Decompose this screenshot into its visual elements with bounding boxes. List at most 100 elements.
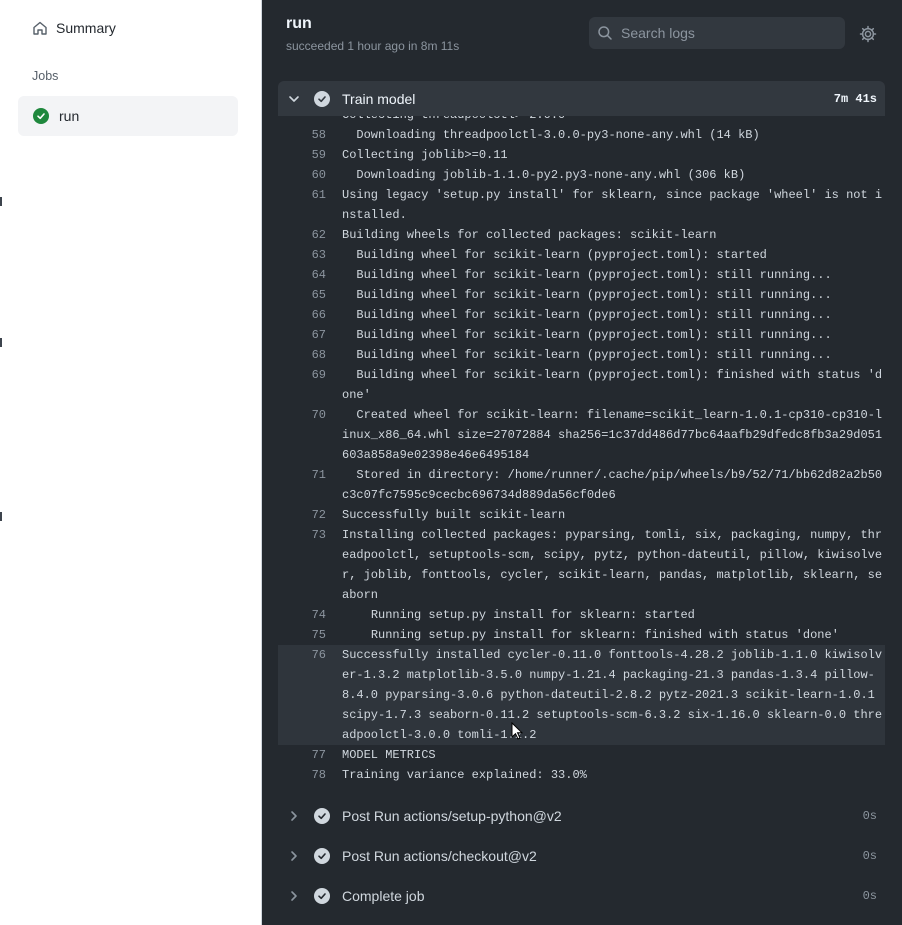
log-line-number[interactable]: 72 xyxy=(278,505,342,525)
log-line-number[interactable]: 73 xyxy=(278,525,342,605)
log-line-text: Stored in directory: /home/runner/.cache… xyxy=(342,468,883,502)
log-line-text: Using legacy 'setup.py install' for skle… xyxy=(342,188,883,222)
log-line: 64 Building wheel for scikit-learn (pypr… xyxy=(278,265,885,285)
log-line-number[interactable]: 67 xyxy=(278,325,342,345)
log-line-text: Installing collected packages: pyparsing… xyxy=(342,528,883,602)
log-line-number[interactable]: 78 xyxy=(278,765,342,785)
log-line-text: MODEL METRICS xyxy=(342,748,436,762)
log-line: 77 MODEL METRICS xyxy=(278,745,885,765)
step-name: Post Run actions/setup-python@v2 xyxy=(342,808,562,824)
search-input[interactable] xyxy=(621,25,831,41)
log-line: 66 Building wheel for scikit-learn (pypr… xyxy=(278,305,885,325)
step-header-train-model[interactable]: Train model 7m 41s xyxy=(278,81,885,116)
log-line-text: Downloading threadpoolctl-3.0.0-py3-none… xyxy=(342,128,760,142)
log-line-text: Building wheel for scikit-learn (pyproje… xyxy=(342,288,832,302)
log-line-number[interactable]: 68 xyxy=(278,345,342,365)
log-line-text: Downloading joblib-1.1.0-py2.py3-none-an… xyxy=(342,168,746,182)
chevron-right-icon xyxy=(291,891,297,901)
log-line-number[interactable]: 61 xyxy=(278,185,342,225)
log-line-number[interactable]: 69 xyxy=(278,365,342,405)
log-line-number[interactable]: 79 xyxy=(278,785,342,786)
log-line-text: Building wheel for scikit-learn (pyproje… xyxy=(342,368,883,402)
log-line-number[interactable]: 63 xyxy=(278,245,342,265)
step-header-collapsed[interactable]: Complete job 0s xyxy=(278,879,885,913)
log-line-number[interactable]: 71 xyxy=(278,465,342,505)
log-line: 60 Downloading joblib-1.1.0-py2.py3-none… xyxy=(278,165,885,185)
step-header-collapsed[interactable]: Post Run actions/setup-python@v2 0s xyxy=(278,799,885,833)
home-icon xyxy=(33,21,47,35)
log-line-text: Successfully built scikit-learn xyxy=(342,508,566,522)
log-line-text: Building wheel for scikit-learn (pyproje… xyxy=(342,348,832,362)
log-line-number[interactable]: 70 xyxy=(278,405,342,465)
log-line: 65 Building wheel for scikit-learn (pypr… xyxy=(278,285,885,305)
log-line: 68 Building wheel for scikit-learn (pypr… xyxy=(278,345,885,365)
log-line-number[interactable]: 75 xyxy=(278,625,342,645)
log-line: 58 Downloading threadpoolctl-3.0.0-py3-n… xyxy=(278,125,885,145)
log-line: 73 Installing collected packages: pyparsi… xyxy=(278,525,885,605)
log-line: 61 Using legacy 'setup.py install' for sk… xyxy=(278,185,885,225)
check-circle-icon xyxy=(314,91,330,107)
log-line: 69 Building wheel for scikit-learn (pypr… xyxy=(278,365,885,405)
check-circle-icon xyxy=(314,848,330,864)
log-panel: run succeeded 1 hour ago in 8m 11s Train… xyxy=(262,0,902,925)
log-line-number[interactable]: 60 xyxy=(278,165,342,185)
step-name: Complete job xyxy=(342,888,425,904)
sidebar-item-label: Summary xyxy=(56,20,116,36)
log-line: 79Test variance explained: 32.0% xyxy=(278,785,885,786)
step-header-collapsed[interactable]: Post Run actions/checkout@v2 0s xyxy=(278,839,885,873)
sidebar-item-label: run xyxy=(59,108,80,124)
log-line-number[interactable]: 77 xyxy=(278,745,342,765)
step-duration: 7m 41s xyxy=(833,92,877,106)
mouse-cursor-icon xyxy=(511,722,523,740)
step-name: Post Run actions/checkout@v2 xyxy=(342,848,537,864)
check-circle-icon xyxy=(314,888,330,904)
step-duration: 0s xyxy=(862,849,877,863)
gear-icon[interactable] xyxy=(859,25,877,43)
log-line: 71 Stored in directory: /home/runner/.ca… xyxy=(278,465,885,505)
log-line-text: Running setup.py install for sklearn: st… xyxy=(342,608,695,622)
run-status: succeeded 1 hour ago in 8m 11s xyxy=(286,39,460,53)
search-icon xyxy=(598,26,612,40)
log-line: 72 Successfully built scikit-learn xyxy=(278,505,885,525)
log-line-number[interactable]: 65 xyxy=(278,285,342,305)
edge-marker xyxy=(0,338,2,347)
log-line: 67 Building wheel for scikit-learn (pypr… xyxy=(278,325,885,345)
sidebar-item-summary[interactable]: Summary xyxy=(18,14,238,42)
log-line-number[interactable]: 62 xyxy=(278,225,342,245)
log-line: 63 Building wheel for scikit-learn (pypr… xyxy=(278,245,885,265)
log-line-number[interactable]: 74 xyxy=(278,605,342,625)
log-line: 75 Running setup.py install for sklearn:… xyxy=(278,625,885,645)
log-line-text: Training variance explained: 33.0% xyxy=(342,768,587,782)
sidebar: Summary Jobs run xyxy=(0,0,262,925)
edge-marker xyxy=(0,197,2,206)
step-name: Train model xyxy=(342,91,416,107)
chevron-right-icon xyxy=(291,811,297,821)
search-logs[interactable] xyxy=(589,17,845,49)
page-title: run xyxy=(286,15,312,32)
chevron-right-icon xyxy=(291,851,297,861)
log-line: 76 Successfully installed cycler-0.11.0 f… xyxy=(278,645,885,745)
log-line: Collecting threadpoolctl>=2.0.0 xyxy=(278,116,885,125)
log-line-number[interactable]: 59 xyxy=(278,145,342,165)
log-line-number[interactable]: 58 xyxy=(278,125,342,145)
sidebar-item-run[interactable]: run xyxy=(18,96,238,136)
success-check-icon xyxy=(33,108,49,124)
log-line-number[interactable]: 76 xyxy=(278,645,342,745)
log-line-text: Test variance explained: 32.0% xyxy=(342,785,883,786)
log-line: 74 Running setup.py install for sklearn:… xyxy=(278,605,885,625)
log-line: 78 Training variance explained: 33.0% xyxy=(278,765,885,785)
log-line-text: Building wheel for scikit-learn (pyproje… xyxy=(342,308,832,322)
log-lines: 58 Downloading threadpoolctl-3.0.0-py3-n… xyxy=(278,125,885,786)
log-line: 62 Building wheels for collected packages… xyxy=(278,225,885,245)
log-line-text: Building wheel for scikit-learn (pyproje… xyxy=(342,328,832,342)
log-line-text: Created wheel for scikit-learn: filename… xyxy=(342,408,883,462)
log-output: Collecting threadpoolctl>=2.0.0 58 Downl… xyxy=(278,116,885,786)
log-line: 59 Collecting joblib>=0.11 xyxy=(278,145,885,165)
step-duration: 0s xyxy=(862,809,877,823)
log-line-text: Running setup.py install for sklearn: fi… xyxy=(342,628,839,642)
log-line-number[interactable]: 66 xyxy=(278,305,342,325)
edge-marker xyxy=(0,512,2,521)
log-line-number[interactable]: 64 xyxy=(278,265,342,285)
log-line-text: Building wheel for scikit-learn (pyproje… xyxy=(342,248,767,262)
log-line-text: Building wheels for collected packages: … xyxy=(342,228,717,242)
